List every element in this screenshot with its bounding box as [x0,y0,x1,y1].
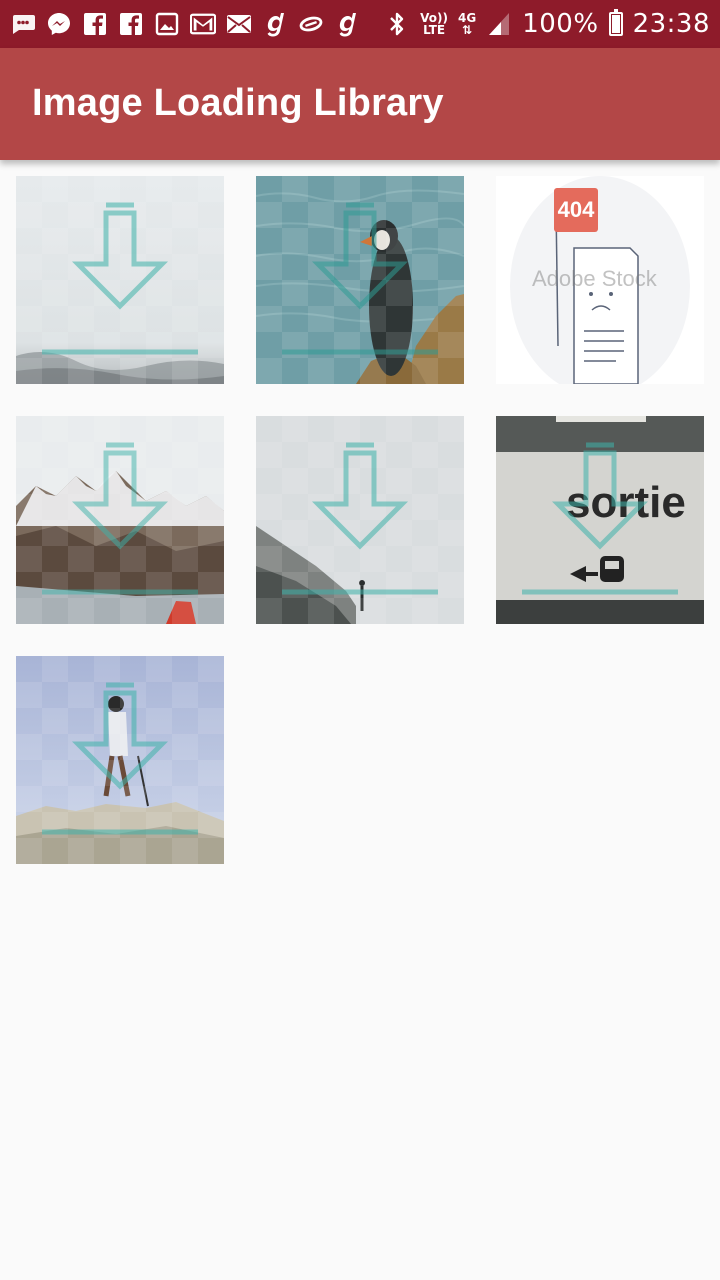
404-badge: 404 [554,188,598,232]
volte-label-bottom: LTE [423,23,446,37]
image-tile-puffin[interactable] [256,176,464,384]
facebook-icon [118,11,144,37]
download-arrow-icon [42,442,198,595]
download-arrow-icon [42,682,198,835]
battery-icon [608,9,623,36]
download-arrow-icon [282,202,438,355]
volte-indicator: Vo)) LTE [420,12,448,36]
image-tile-404[interactable]: 404 Adobe Stock [496,176,704,384]
image-tile-hiker[interactable] [16,656,224,864]
circle-app-icon [298,11,324,37]
data-arrows-icon: ⇅ [462,23,473,37]
signal-strength-icon [486,11,512,37]
image-tile-mountains[interactable] [16,416,224,624]
app-bar: Image Loading Library [0,48,720,160]
status-bar: Vo)) LTE 4G ⇅ 100% 23:38 [0,0,720,48]
messenger-icon [46,11,72,37]
gmail-icon [190,11,216,37]
bluetooth-icon [384,11,410,37]
system-indicators: Vo)) LTE 4G ⇅ 100% 23:38 [384,6,710,42]
image-tile-sortie[interactable]: sortie [496,416,704,624]
network-indicator: 4G ⇅ [458,12,476,36]
download-arrow-icon [42,202,198,355]
notification-icons [10,8,360,40]
download-arrow-icon [282,442,438,595]
facebook-icon [82,11,108,37]
app-title: Image Loading Library [32,82,444,124]
stock-watermark: Adobe Stock [532,266,657,291]
battery-percent: 100% [522,9,599,39]
g-app-icon [262,11,288,37]
messages-icon [10,11,36,37]
image-tile-foggy-cliff[interactable] [256,416,464,624]
g-app-icon [334,11,360,37]
gallery-icon [154,11,180,37]
download-arrow-icon [522,442,678,595]
email-icon [226,11,252,37]
clock: 23:38 [632,9,710,39]
image-tile-foggy-landscape[interactable] [16,176,224,384]
